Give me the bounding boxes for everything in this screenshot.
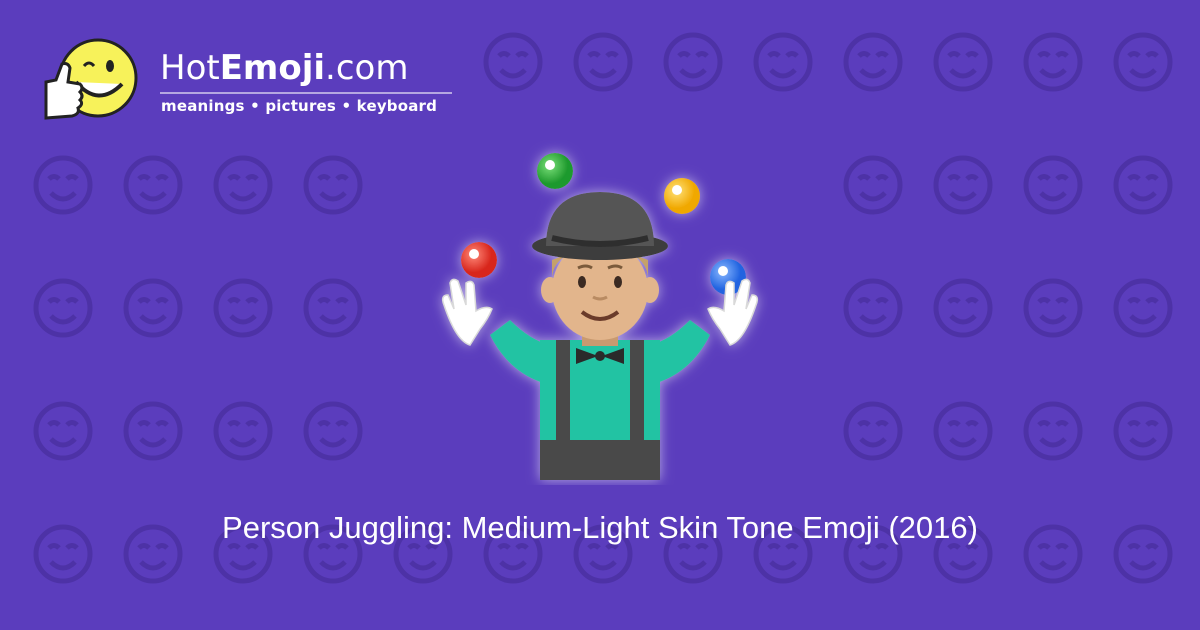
pattern-face-icon <box>123 401 183 461</box>
pattern-face-icon <box>933 32 993 92</box>
pattern-face-icon <box>1113 32 1173 92</box>
pattern-face-icon <box>663 32 723 92</box>
brand-part-domain: .com <box>325 48 409 88</box>
pattern-face-icon <box>213 278 273 338</box>
pattern-face-icon <box>483 32 543 92</box>
pattern-face-icon <box>933 278 993 338</box>
green-ball <box>537 153 573 189</box>
pattern-face-icon <box>213 401 273 461</box>
pattern-face-icon <box>1113 401 1173 461</box>
pattern-face-icon <box>1113 278 1173 338</box>
pattern-face-icon <box>753 32 813 92</box>
pattern-face-icon <box>1023 278 1083 338</box>
brand-part-hot: Hot <box>160 48 220 88</box>
brand-part-emoji: Emoji <box>219 48 326 88</box>
brand-divider <box>160 92 452 94</box>
pattern-face-icon <box>33 278 93 338</box>
red-ball <box>461 242 497 278</box>
pattern-face-icon <box>1023 401 1083 461</box>
pattern-face-icon <box>33 155 93 215</box>
brand-name: HotEmoji.com <box>160 48 408 88</box>
pattern-face-icon <box>303 278 363 338</box>
pattern-face-icon <box>123 155 183 215</box>
pattern-face-icon <box>1113 155 1173 215</box>
person-juggling-emoji <box>441 153 759 480</box>
thumbs-up-wink-face-icon <box>44 38 138 120</box>
pattern-face-icon <box>33 401 93 461</box>
pattern-face-icon <box>1023 32 1083 92</box>
pattern-face-icon <box>573 32 633 92</box>
pattern-face-icon <box>843 401 903 461</box>
pattern-face-icon <box>303 401 363 461</box>
pattern-face-icon <box>213 155 273 215</box>
pattern-face-icon <box>933 401 993 461</box>
yellow-ball <box>664 178 700 214</box>
pattern-face-icon <box>123 278 183 338</box>
pattern-face-icon <box>933 155 993 215</box>
site-logo[interactable]: HotEmoji.com meanings • pictures • keybo… <box>40 36 460 131</box>
pattern-face-icon <box>843 32 903 92</box>
pattern-face-icon <box>303 155 363 215</box>
brand-tagline: meanings • pictures • keyboard <box>161 97 438 115</box>
pattern-face-icon <box>843 278 903 338</box>
pattern-face-icon <box>1023 155 1083 215</box>
emoji-title: Person Juggling: Medium-Light Skin Tone … <box>222 510 978 545</box>
pattern-face-icon <box>843 155 903 215</box>
